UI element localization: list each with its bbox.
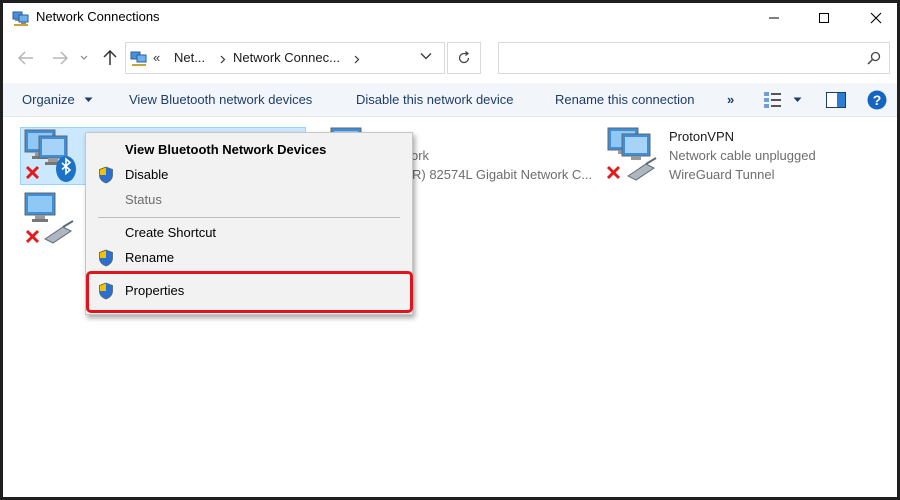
title-bar: Network Connections: [3, 3, 897, 33]
help-icon[interactable]: ?: [867, 90, 887, 110]
minimize-icon: [769, 17, 779, 19]
search-icon: [867, 51, 881, 65]
menu-item-label: View Bluetooth Network Devices: [125, 142, 327, 157]
vpn-adapter-icon: [606, 127, 657, 181]
address-dropdown-icon[interactable]: [420, 52, 432, 60]
menu-item-view-bluetooth-network-devices[interactable]: View Bluetooth Network Devices: [86, 138, 412, 162]
network-connections-app-icon: [12, 11, 29, 26]
disconnected-x-icon: [25, 165, 40, 180]
command-bar: Organize View Bluetooth network devices …: [3, 83, 897, 117]
connection-status: Network cable unplugged: [669, 148, 816, 163]
menu-item-rename[interactable]: Rename: [86, 246, 412, 270]
view-options-chevron-icon[interactable]: [793, 97, 802, 103]
connection-device: WireGuard Tunnel: [669, 167, 775, 182]
uac-shield-icon: [99, 249, 113, 267]
minimize-button[interactable]: [751, 3, 797, 33]
preview-pane-icon[interactable]: [826, 92, 846, 108]
back-button[interactable]: [15, 47, 37, 69]
ethernet-connection-2-icon[interactable]: [23, 191, 83, 247]
forward-button[interactable]: [49, 47, 71, 69]
window-title: Network Connections: [36, 9, 160, 24]
navigation-bar: « Net... Network Connec...: [3, 37, 897, 79]
close-button[interactable]: [853, 3, 897, 33]
forward-arrow-icon: [53, 51, 68, 65]
connection-device: R) 82574L Gigabit Network C...: [412, 167, 593, 182]
view-bluetooth-network-devices-button[interactable]: View Bluetooth network devices: [129, 92, 312, 107]
back-arrow-icon: [18, 51, 33, 65]
organize-button[interactable]: Organize: [22, 92, 75, 107]
more-commands-button[interactable]: »: [727, 92, 734, 107]
bluetooth-connection-icon[interactable]: [23, 128, 83, 184]
breadcrumb-item-net[interactable]: Net...: [174, 50, 205, 65]
recent-locations-button[interactable]: [77, 47, 91, 69]
menu-item-label: Create Shortcut: [125, 225, 217, 240]
chevron-down-icon: [80, 55, 88, 60]
connection-status: ork: [411, 148, 430, 163]
close-icon: [870, 12, 882, 24]
disable-network-device-button[interactable]: Disable this network device: [356, 92, 514, 107]
menu-item-label: Status: [125, 192, 162, 207]
uac-shield-icon: [99, 166, 113, 184]
properties-highlight-annotation: [86, 271, 413, 313]
search-input[interactable]: [498, 42, 890, 74]
up-arrow-icon: [103, 50, 117, 65]
breadcrumb-overflow[interactable]: «: [153, 50, 160, 65]
menu-item-label: Disable: [125, 167, 169, 182]
menu-item-status[interactable]: Status: [86, 188, 412, 212]
svg-text:?: ?: [873, 92, 882, 108]
change-view-icon[interactable]: [763, 91, 783, 109]
network-folder-icon: [130, 51, 147, 66]
menu-item-disable[interactable]: Disable: [86, 163, 412, 187]
breadcrumb-chevron-icon[interactable]: [220, 55, 226, 64]
maximize-button[interactable]: [801, 3, 847, 33]
menu-item-label: Rename: [125, 250, 175, 265]
chevron-down-icon[interactable]: [84, 97, 93, 103]
rename-connection-button[interactable]: Rename this connection: [555, 92, 694, 107]
connection-name: ProtonVPN: [669, 129, 735, 144]
maximize-icon: [819, 13, 829, 23]
breadcrumb-item-network-connections[interactable]: Network Connec...: [233, 50, 340, 65]
menu-divider: [98, 217, 400, 218]
network-connections-window: Network Connections « Net... Network Con…: [0, 0, 900, 500]
address-bar[interactable]: « Net... Network Connec...: [125, 42, 445, 74]
breadcrumb-chevron-icon[interactable]: [354, 55, 360, 64]
menu-item-create-shortcut[interactable]: Create Shortcut: [86, 221, 412, 245]
refresh-button[interactable]: [447, 42, 481, 74]
up-button[interactable]: [99, 47, 121, 69]
refresh-icon: [458, 51, 470, 64]
